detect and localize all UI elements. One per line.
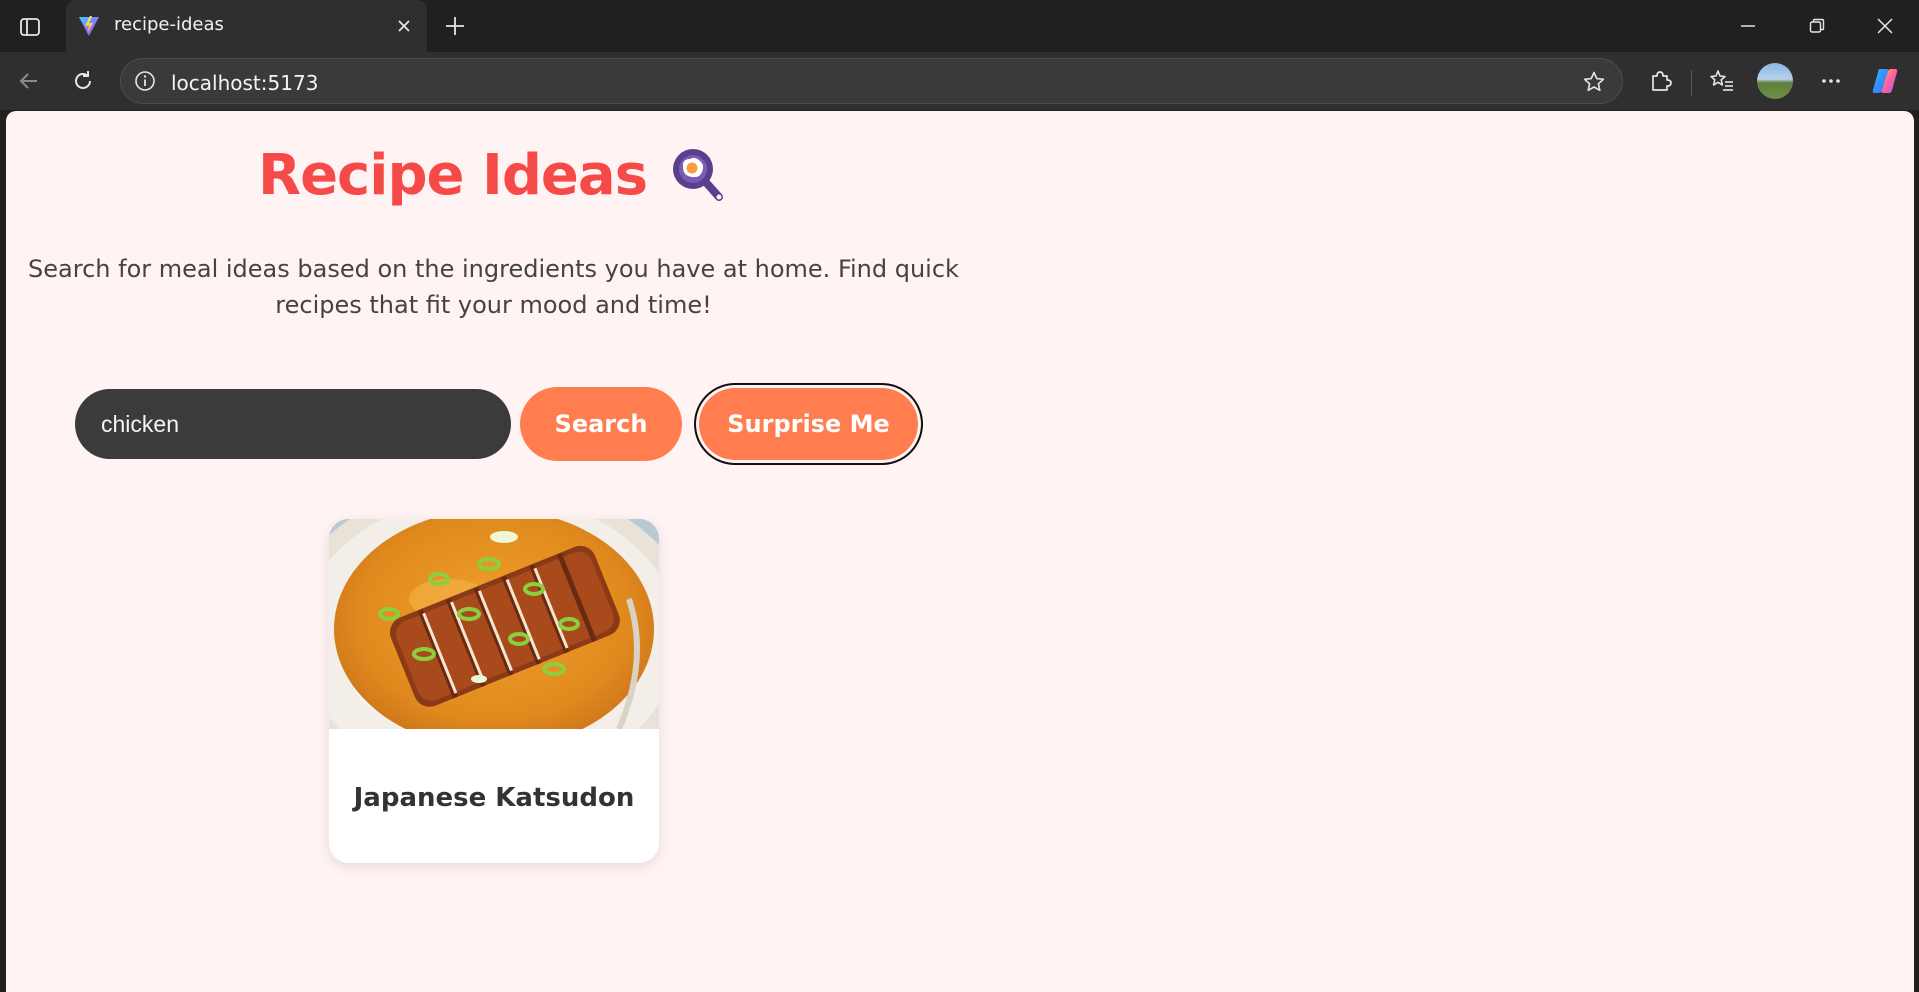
ingredient-search-input[interactable] xyxy=(75,389,511,459)
recipe-card[interactable]: Japanese Katsudon xyxy=(329,519,659,863)
frying-pan-egg-icon xyxy=(669,145,729,205)
back-arrow-icon[interactable] xyxy=(10,62,48,100)
browser-toolbar: localhost:5173 xyxy=(0,52,1919,110)
sidebar-toggle-icon[interactable] xyxy=(14,11,46,43)
toolbar-divider xyxy=(1691,70,1692,96)
page-viewport: Recipe Ideas Search for meal ideas based… xyxy=(6,111,1914,992)
address-url[interactable]: localhost:5173 xyxy=(171,71,318,95)
profile-avatar[interactable] xyxy=(1757,63,1793,99)
browser-title-bar: recipe-ideas xyxy=(0,0,1919,52)
extensions-puzzle-icon[interactable] xyxy=(1642,62,1680,100)
reload-icon[interactable] xyxy=(64,62,102,100)
favorites-list-icon[interactable] xyxy=(1703,62,1741,100)
header: Recipe Ideas xyxy=(6,139,981,211)
page-title: Recipe Ideas xyxy=(257,142,648,208)
surprise-me-button[interactable]: Surprise Me xyxy=(694,383,923,465)
page-subtitle: Search for meal ideas based on the ingre… xyxy=(28,255,959,319)
new-tab-plus-icon[interactable] xyxy=(438,9,472,43)
recipe-image xyxy=(329,519,659,799)
search-button[interactable]: Search xyxy=(520,387,682,461)
copilot-icon[interactable] xyxy=(1866,62,1904,100)
more-options-icon[interactable] xyxy=(1812,62,1850,100)
site-info-icon[interactable] xyxy=(133,69,157,93)
minimize-window-icon[interactable] xyxy=(1728,10,1768,42)
close-window-icon[interactable] xyxy=(1865,10,1905,42)
tab-close-icon[interactable] xyxy=(391,13,417,39)
favorite-star-icon[interactable] xyxy=(1580,68,1608,96)
recipe-title: Japanese Katsudon xyxy=(353,783,635,813)
vite-logo-icon xyxy=(77,14,101,38)
address-bar[interactable]: localhost:5173 xyxy=(120,58,1623,104)
tab-title: recipe-ideas xyxy=(114,14,224,35)
restore-window-icon[interactable] xyxy=(1797,10,1837,42)
browser-tab[interactable]: recipe-ideas xyxy=(66,0,427,52)
